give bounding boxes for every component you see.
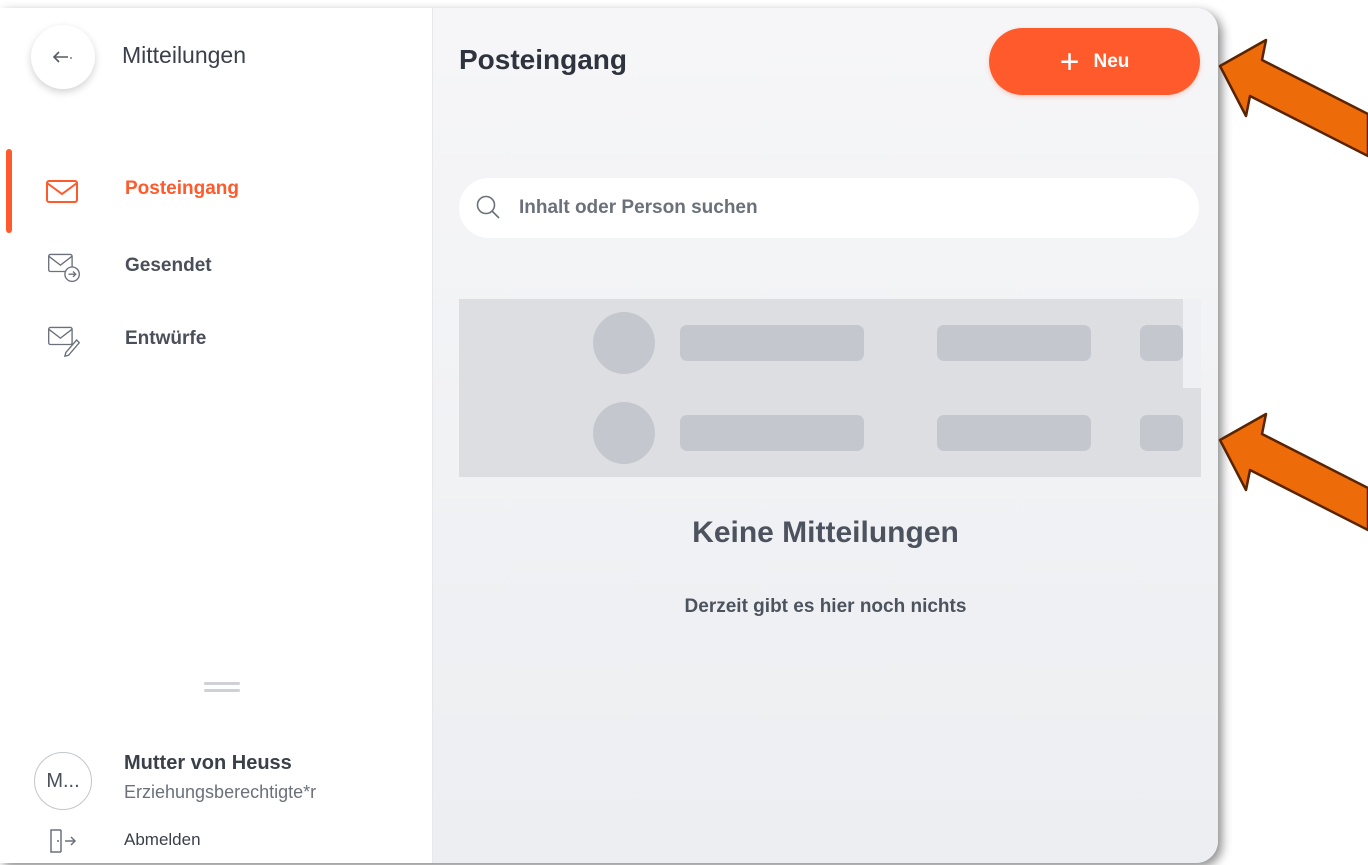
main-panel: Posteingang + Neu Inhalt oder Person suc… (433, 8, 1218, 863)
skeleton-list (459, 299, 1201, 477)
user-name: Mutter von Heuss (124, 752, 292, 774)
sidebar-item-posteingang[interactable]: Posteingang (0, 164, 432, 214)
sidebar-item-entwuerfe[interactable]: Entwürfe (0, 314, 432, 364)
avatar[interactable]: M... (34, 752, 92, 810)
search-icon (476, 195, 500, 219)
app-window: Mitteilungen Posteingang Gesendet Entwür… (0, 8, 1218, 863)
new-button-label: Neu (1093, 50, 1130, 72)
sidebar-item-gesendet[interactable]: Gesendet (0, 241, 432, 291)
annotation-arrow-top (1218, 38, 1368, 158)
arrow-left-icon (52, 51, 72, 63)
annotation-arrow-bottom (1218, 412, 1368, 532)
empty-state-title: Keine Mitteilungen (692, 516, 959, 549)
search-input[interactable] (517, 190, 1181, 226)
envelope-draft-icon (48, 326, 81, 358)
envelope-sent-icon (48, 253, 80, 283)
sidebar-item-label: Entwürfe (125, 328, 207, 349)
skeleton-row (459, 389, 1201, 478)
sidebar: Mitteilungen Posteingang Gesendet Entwür… (0, 8, 433, 863)
skeleton-row (459, 299, 1201, 388)
new-message-button[interactable]: + Neu (989, 28, 1200, 95)
logout-label: Abmelden (124, 830, 201, 849)
drag-handle[interactable] (204, 682, 240, 692)
logout-button[interactable]: Abmelden (0, 820, 432, 860)
search-bar[interactable] (459, 178, 1199, 238)
sidebar-item-label: Gesendet (125, 255, 212, 276)
sidebar-item-label: Posteingang (125, 178, 240, 199)
plus-icon: + (1059, 42, 1080, 81)
back-button[interactable] (31, 25, 95, 89)
user-role: Erziehungsberechtigte*r (124, 782, 317, 802)
sidebar-title: Mitteilungen (122, 42, 247, 68)
empty-state-subtitle: Derzeit gibt es hier noch nichts (684, 596, 967, 617)
envelope-icon (46, 180, 78, 203)
page-title: Posteingang (459, 44, 628, 75)
door-exit-icon (50, 829, 77, 853)
